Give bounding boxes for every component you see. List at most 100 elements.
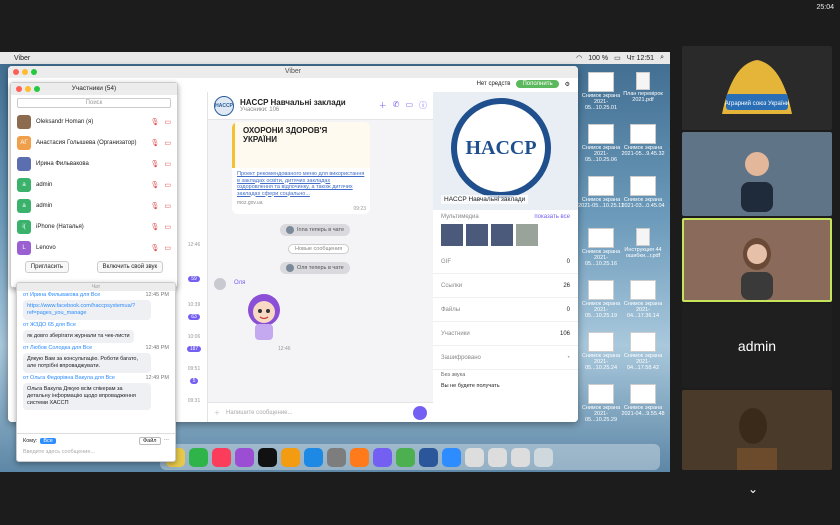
- close-button[interactable]: [16, 86, 22, 92]
- media-thumbnail[interactable]: [491, 224, 513, 246]
- links-row[interactable]: Ссылки 26: [433, 274, 578, 298]
- preview-app-icon[interactable]: [488, 447, 507, 467]
- file-button[interactable]: Файл: [138, 437, 161, 445]
- desktop-icon[interactable]: Снимок экрана 2021-05...10.25.16: [578, 228, 624, 267]
- menubar-app-name[interactable]: Viber: [14, 55, 30, 62]
- settings-gear-icon[interactable]: ⚙: [565, 81, 570, 88]
- preview-app-icon[interactable]: [465, 447, 484, 467]
- video-tile-active-speaker[interactable]: [682, 218, 832, 302]
- facetime-app-icon[interactable]: [189, 447, 208, 467]
- video-call-icon[interactable]: ▭: [405, 100, 413, 111]
- mic-off-icon[interactable]: 🎙: [150, 223, 159, 231]
- participant-row[interactable]: АГ Анастасия Голышева (Организатор) 🎙 ▭: [11, 132, 177, 153]
- trash-icon[interactable]: [534, 447, 553, 467]
- mic-off-icon[interactable]: 🎙: [150, 244, 159, 252]
- mic-off-icon[interactable]: 🎙: [150, 202, 159, 210]
- close-button[interactable]: [13, 69, 19, 75]
- show-all-link[interactable]: показать все: [534, 214, 570, 220]
- preview-app-icon[interactable]: [511, 447, 530, 467]
- desktop-icon[interactable]: Снимок экрана 2021-04...17.36.14: [620, 280, 666, 319]
- participant-row[interactable]: L Lenovo 🎙 ▭: [11, 237, 177, 258]
- participant-row[interactable]: Oleksandr Homan (я) 🎙 ▭: [11, 111, 177, 132]
- zoom-button[interactable]: [34, 86, 40, 92]
- desktop-icon[interactable]: Снимок экрана 2021-05...10.25.19: [578, 280, 624, 319]
- link-preview-text[interactable]: Проект рекомендованого меню для використ…: [232, 168, 370, 200]
- chat-message-sender[interactable]: от Любов Солодка для Все: [23, 345, 92, 351]
- more-options-icon[interactable]: ⋯: [164, 438, 170, 444]
- search-icon[interactable]: ⌕: [660, 54, 664, 62]
- zoom-app-icon[interactable]: [442, 447, 461, 467]
- recipient-select[interactable]: Все: [40, 438, 56, 444]
- desktop-icon[interactable]: Снимок экрана 2021-05...9.45.32: [620, 124, 666, 157]
- camera-off-icon[interactable]: ▭: [164, 244, 171, 252]
- participant-row[interactable]: i(iPhone (Наталья) 🎙 ▭: [11, 216, 177, 237]
- viber-app-icon[interactable]: [373, 447, 392, 467]
- chat-message-text[interactable]: https://www.facebook.com/haccpsystemua/?…: [23, 300, 151, 320]
- video-tile[interactable]: [682, 390, 832, 470]
- gif-row[interactable]: GIF 0: [433, 250, 578, 274]
- group-name[interactable]: HACCP Навчальні заклади: [240, 98, 346, 107]
- books-app-icon[interactable]: [281, 447, 300, 467]
- link-preview-message[interactable]: ОХОРОНИ ЗДОРОВ'Я УКРАЇНИ Проект рекоменд…: [232, 122, 370, 214]
- media-thumbnail[interactable]: [441, 224, 463, 246]
- members-row[interactable]: Участники 106: [433, 322, 578, 346]
- firefox-app-icon[interactable]: [350, 447, 369, 467]
- desktop-icon[interactable]: Снимок экрана 2021-03...0.45.04: [620, 176, 666, 209]
- desktop-icon[interactable]: Снимок экрана 2021-04...9.55.48: [620, 384, 666, 417]
- music-app-icon[interactable]: [212, 447, 231, 467]
- wifi-icon[interactable]: ◠: [576, 54, 582, 62]
- camera-off-icon[interactable]: ▭: [164, 181, 171, 189]
- desktop-icon[interactable]: Снимок экрана 2021-04...17.58.42: [620, 332, 666, 371]
- desktop-icon[interactable]: Снимок экрана 2021-05...10.25.29: [578, 384, 624, 423]
- camera-off-icon[interactable]: ▭: [164, 139, 171, 147]
- sender-name[interactable]: Оля: [234, 280, 245, 286]
- media-thumbnail[interactable]: [516, 224, 538, 246]
- word-app-icon[interactable]: [419, 447, 438, 467]
- system-preferences-icon[interactable]: [327, 447, 346, 467]
- desktop-icon[interactable]: Снимок экрана 2021-05...10.25.01: [578, 72, 624, 111]
- chevron-down-icon[interactable]: ⌄: [748, 482, 758, 496]
- desktop-icon[interactable]: Снимок экрана 2021-05...10.25.06: [578, 124, 624, 163]
- video-tile[interactable]: admin: [682, 304, 832, 388]
- minimize-button[interactable]: [22, 69, 28, 75]
- add-attachment-icon[interactable]: ＋: [214, 408, 220, 417]
- sticker-image[interactable]: [238, 290, 290, 344]
- camera-off-icon[interactable]: ▭: [164, 118, 171, 126]
- video-tile[interactable]: [682, 132, 832, 216]
- chat-message-input[interactable]: Введите здесь сообщение...: [23, 449, 169, 455]
- desktop-icon[interactable]: Снимок экрана 2021-05...10.25.11: [578, 176, 624, 209]
- voice-message-button[interactable]: [413, 405, 427, 420]
- participant-row[interactable]: Ирина Фильвакова 🎙 ▭: [11, 153, 177, 174]
- minimize-button[interactable]: [25, 86, 31, 92]
- app-store-icon[interactable]: [304, 447, 323, 467]
- chrome-app-icon[interactable]: [396, 447, 415, 467]
- sender-avatar[interactable]: [214, 278, 226, 290]
- podcasts-app-icon[interactable]: [235, 447, 254, 467]
- unmute-self-button[interactable]: Включить свой звук: [96, 261, 164, 273]
- chat-message-sender[interactable]: от ЖЗДО 65 для Все: [23, 322, 76, 328]
- group-avatar[interactable]: HACCP: [214, 95, 234, 116]
- participant-row[interactable]: a admin 🎙 ▭: [11, 195, 177, 216]
- desktop-icon[interactable]: Снимок экрана 2021-05...10.25.24: [578, 332, 624, 371]
- mic-off-icon[interactable]: 🎙: [150, 160, 159, 168]
- video-tile[interactable]: Аграрний союз України: [682, 46, 832, 130]
- mic-off-icon[interactable]: 🎙: [150, 118, 159, 126]
- menubar-time[interactable]: Чт 12:51: [627, 55, 654, 62]
- mic-off-icon[interactable]: 🎙: [150, 181, 159, 189]
- participants-search-input[interactable]: Поиск: [17, 98, 171, 108]
- invite-button[interactable]: Пригласить: [24, 261, 69, 273]
- camera-off-icon[interactable]: ▭: [164, 223, 171, 231]
- add-member-icon[interactable]: ＋: [379, 100, 387, 111]
- info-icon[interactable]: ⓘ: [419, 100, 427, 111]
- zoom-button[interactable]: [31, 69, 37, 75]
- tv-app-icon[interactable]: [258, 447, 277, 467]
- mic-off-icon[interactable]: 🎙: [150, 139, 159, 147]
- files-row[interactable]: Файлы 0: [433, 298, 578, 322]
- camera-off-icon[interactable]: ▭: [164, 202, 171, 210]
- desktop-icon[interactable]: Инструкция 44 ошибки...г.pdf: [620, 228, 666, 259]
- encrypted-row[interactable]: Зашифровано ◔: [433, 346, 578, 370]
- battery-icon[interactable]: ▭: [614, 54, 621, 62]
- topup-button[interactable]: Пополнить: [516, 80, 559, 88]
- desktop-icon[interactable]: План перевірок 2021.pdf: [620, 72, 666, 103]
- participant-row[interactable]: a admin 🎙 ▭: [11, 174, 177, 195]
